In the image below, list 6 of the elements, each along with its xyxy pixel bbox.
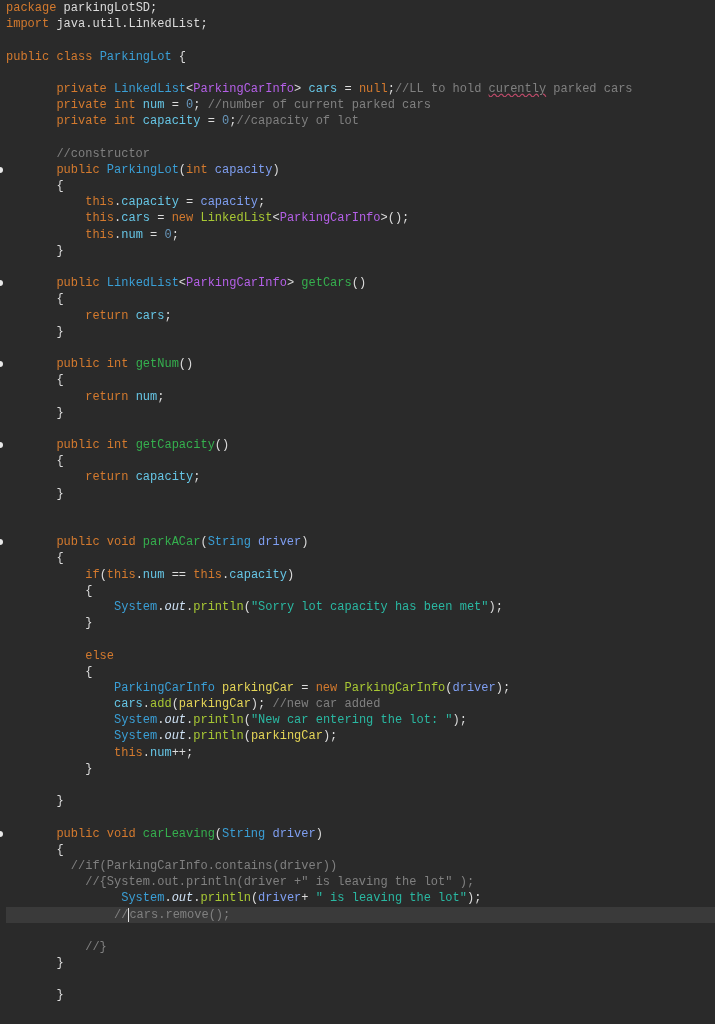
fold-marker-icon[interactable]	[0, 442, 3, 449]
fold-marker-icon[interactable]	[0, 280, 3, 287]
fold-marker-icon[interactable]	[0, 830, 3, 837]
fold-marker-icon[interactable]	[0, 166, 3, 173]
fold-marker-icon[interactable]	[0, 539, 3, 546]
fold-marker-icon[interactable]	[0, 361, 3, 368]
